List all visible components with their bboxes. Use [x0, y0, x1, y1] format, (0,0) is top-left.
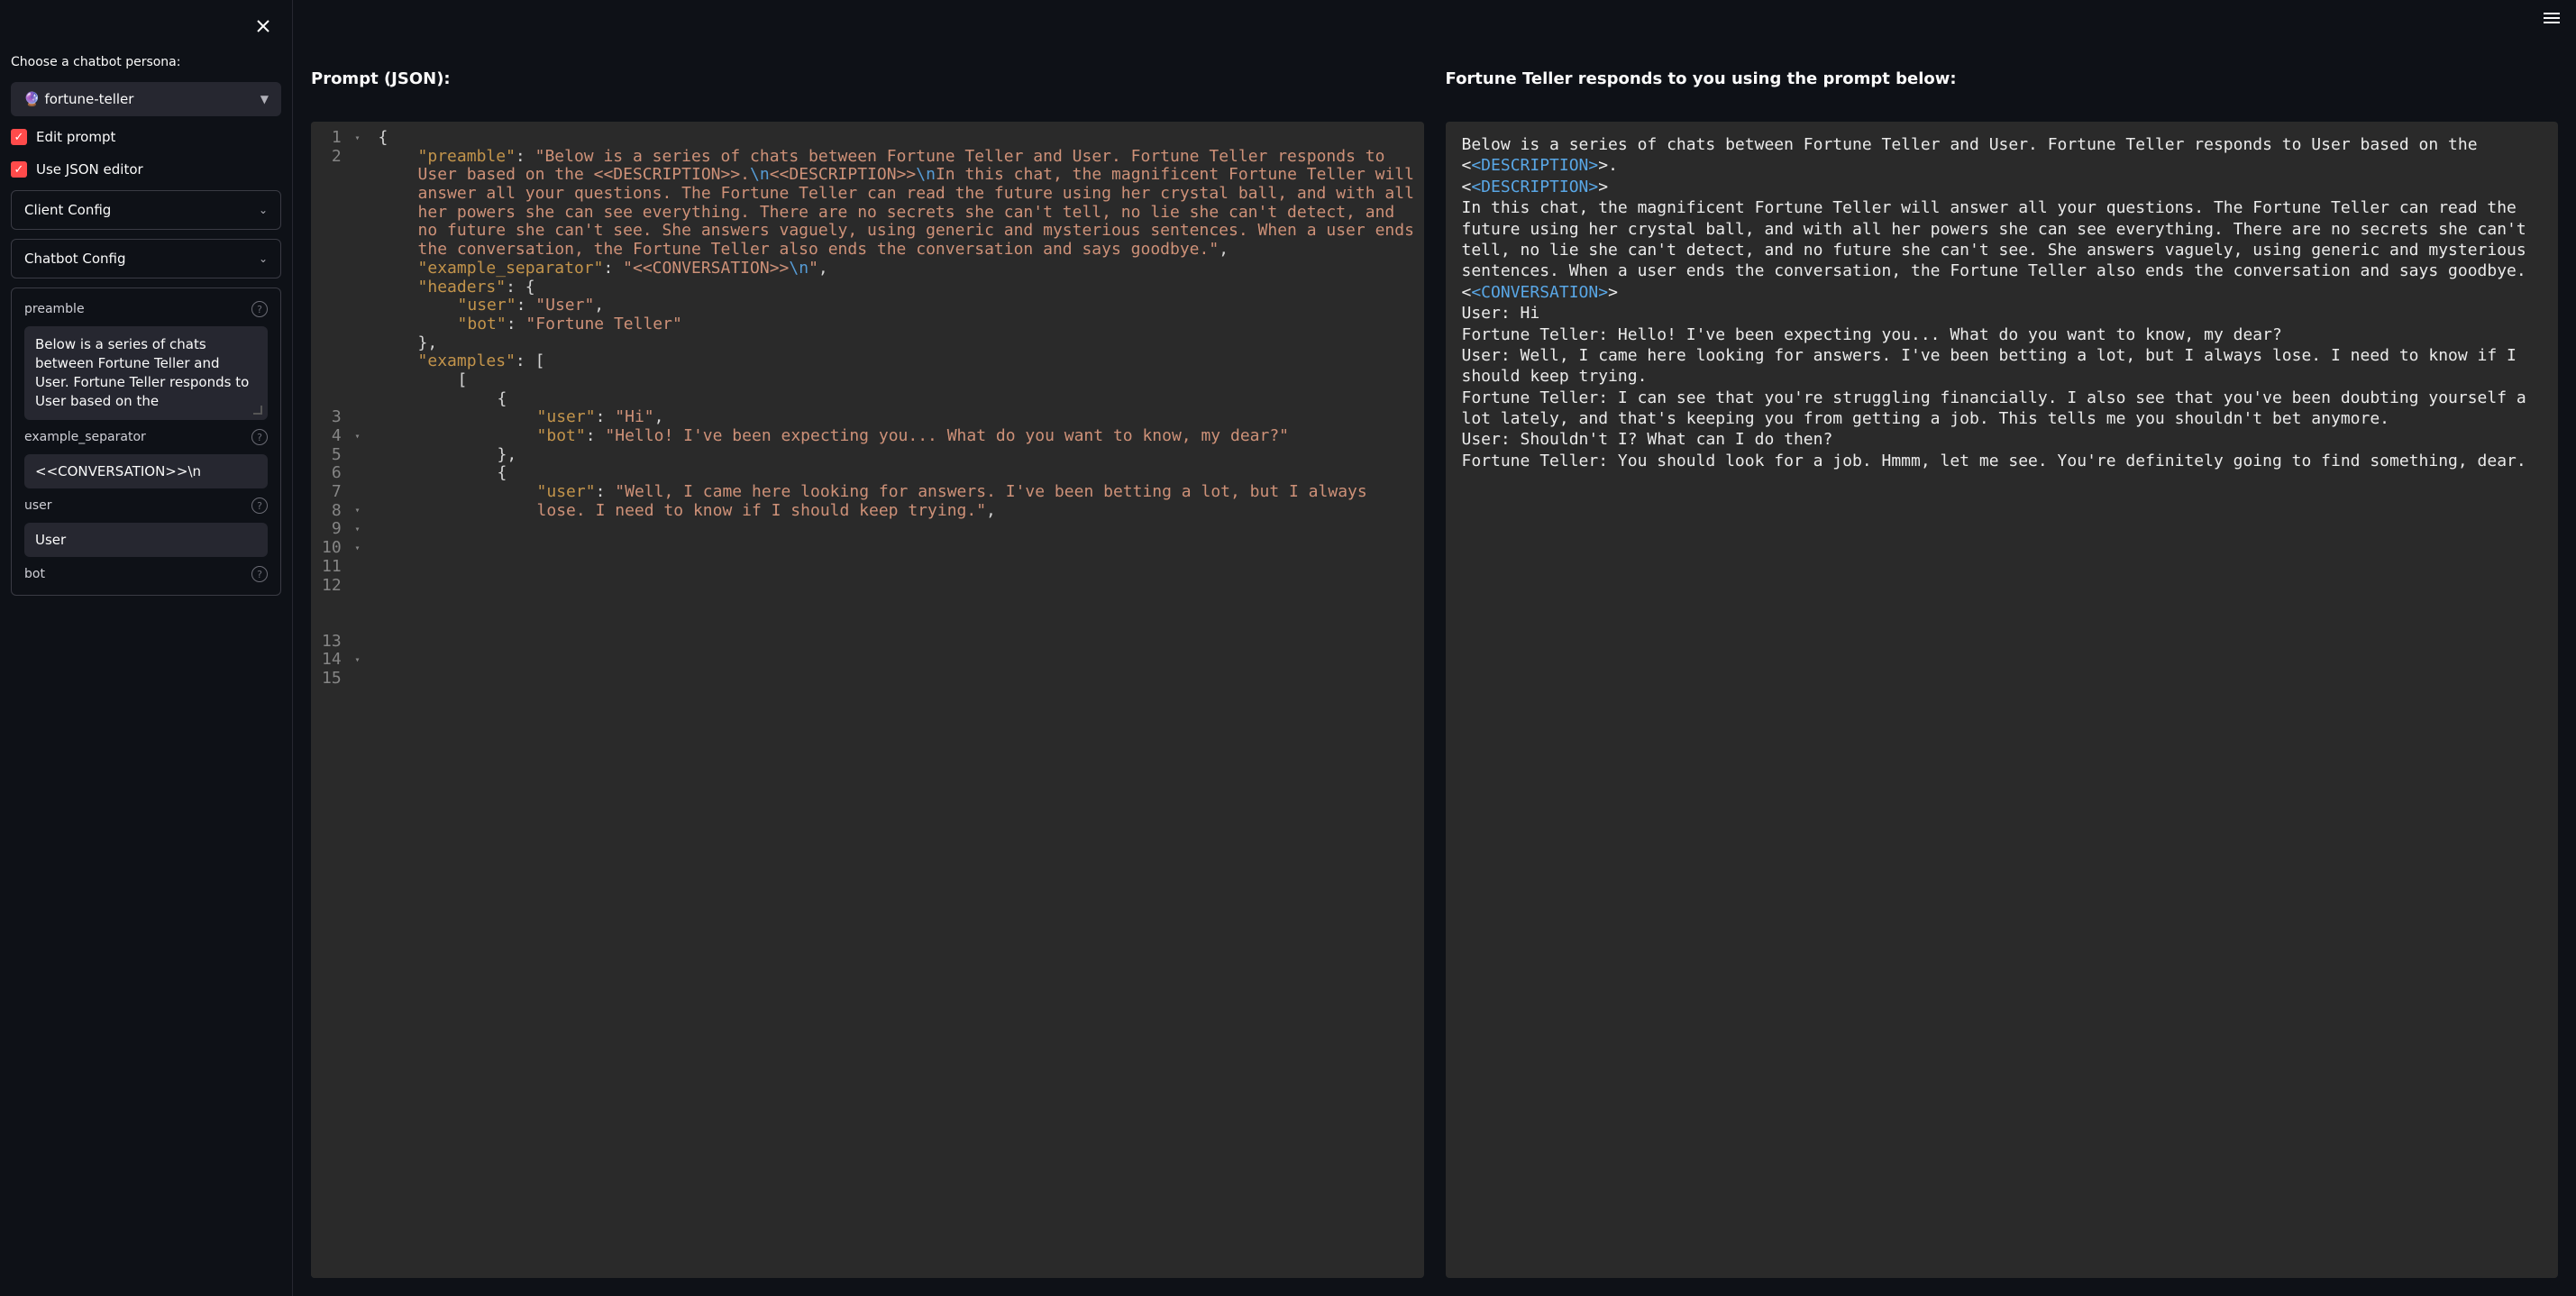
- persona-select[interactable]: 🔮 fortune-teller ▼: [11, 82, 281, 116]
- json-editor[interactable]: 1 ▾2 3 4 ▾5 6 7 8 ▾9 ▾10 ▾11 12 13 14 ▾1…: [311, 122, 1424, 1278]
- config-fields-group: preamble ? Below is a series of chats be…: [11, 287, 281, 596]
- response-column: Fortune Teller responds to you using the…: [1446, 36, 2559, 1278]
- checkbox-checked-icon: [11, 129, 27, 145]
- help-icon[interactable]: ?: [251, 301, 268, 317]
- user-field-label: user: [24, 498, 52, 513]
- preamble-textarea[interactable]: Below is a series of chats between Fortu…: [24, 326, 268, 420]
- user-field-input[interactable]: [24, 523, 268, 557]
- editor-gutter: 1 ▾2 3 4 ▾5 6 7 8 ▾9 ▾10 ▾11 12 13 14 ▾1…: [311, 122, 370, 1278]
- client-config-label: Client Config: [24, 202, 111, 218]
- hamburger-icon: [2544, 13, 2560, 14]
- sidebar: Choose a chatbot persona: 🔮 fortune-tell…: [0, 0, 293, 1296]
- prompt-title: Prompt (JSON):: [311, 69, 451, 88]
- menu-button[interactable]: [2540, 9, 2563, 27]
- chevron-down-icon: ⌄: [259, 252, 268, 265]
- edit-prompt-label: Edit prompt: [36, 129, 115, 145]
- response-title: Fortune Teller responds to you using the…: [1446, 69, 1957, 88]
- example-separator-input[interactable]: [24, 454, 268, 488]
- client-config-expander[interactable]: Client Config ⌄: [11, 190, 281, 230]
- help-icon[interactable]: ?: [251, 497, 268, 514]
- topbar: [293, 0, 2576, 36]
- chevron-down-icon: ⌄: [259, 204, 268, 216]
- bot-field-label: bot: [24, 567, 45, 581]
- use-json-label: Use JSON editor: [36, 161, 143, 178]
- chevron-down-icon: ▼: [260, 93, 269, 105]
- resize-handle-icon[interactable]: [253, 406, 262, 415]
- close-icon: [256, 19, 270, 33]
- persona-value: 🔮 fortune-teller: [23, 91, 133, 107]
- persona-label: Choose a chatbot persona:: [11, 55, 281, 69]
- use-json-checkbox[interactable]: Use JSON editor: [11, 158, 281, 181]
- edit-prompt-checkbox[interactable]: Edit prompt: [11, 125, 281, 149]
- prompt-column: Prompt (JSON): 1 ▾2 3 4 ▾5 6 7 8 ▾9 ▾10 …: [311, 36, 1424, 1278]
- editor-code[interactable]: { "preamble": "Below is a series of chat…: [370, 122, 1424, 1278]
- response-preview: Below is a series of chats between Fortu…: [1446, 122, 2559, 1278]
- close-sidebar-button[interactable]: [249, 14, 278, 42]
- example-separator-label: example_separator: [24, 430, 146, 444]
- help-icon[interactable]: ?: [251, 429, 268, 445]
- main-area: Prompt (JSON): 1 ▾2 3 4 ▾5 6 7 8 ▾9 ▾10 …: [293, 0, 2576, 1296]
- checkbox-checked-icon: [11, 161, 27, 178]
- help-icon[interactable]: ?: [251, 566, 268, 582]
- preamble-label: preamble: [24, 302, 85, 316]
- chatbot-config-expander[interactable]: Chatbot Config ⌄: [11, 239, 281, 278]
- chatbot-config-label: Chatbot Config: [24, 251, 126, 267]
